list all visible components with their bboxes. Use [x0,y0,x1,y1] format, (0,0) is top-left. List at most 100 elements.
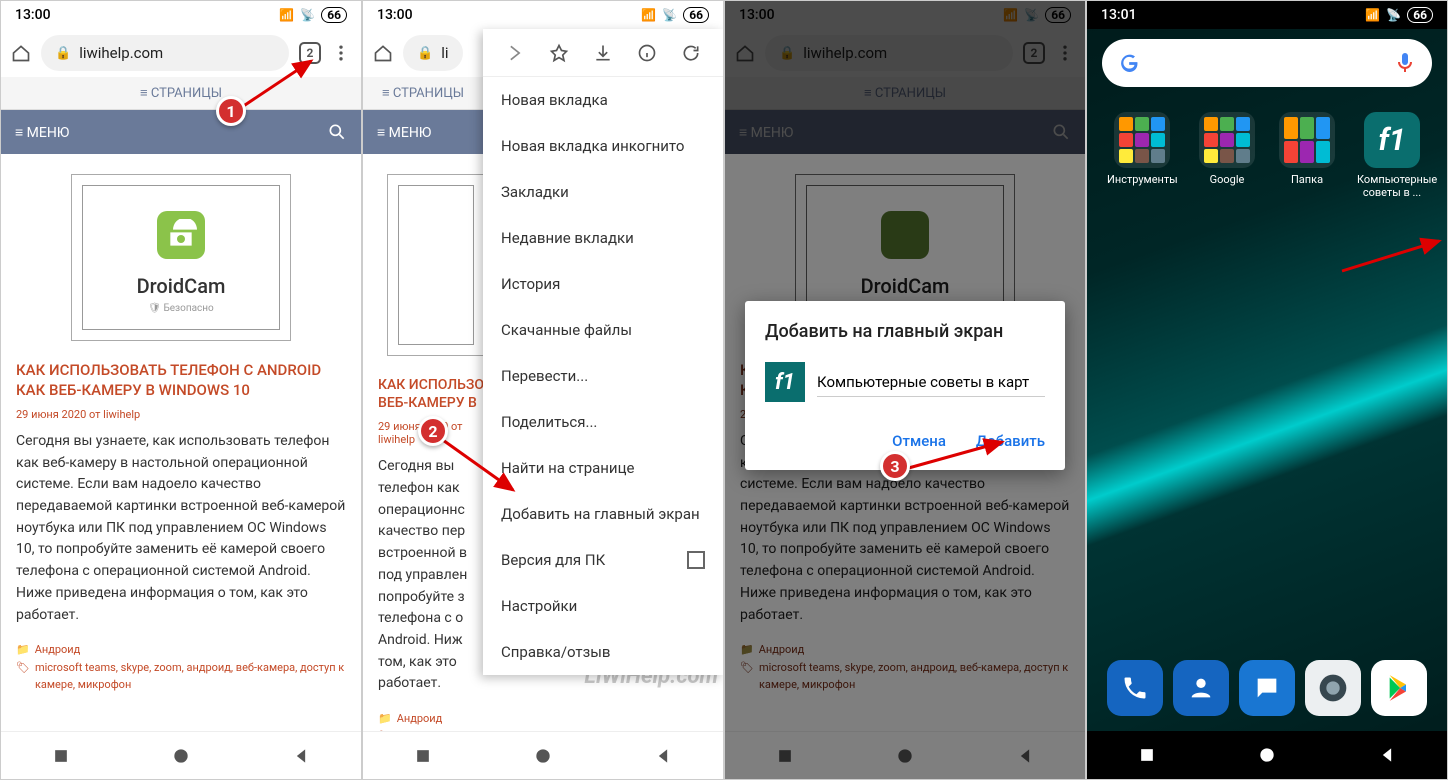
article-body: Сегодня вытелефон какоперационнскачество… [378,456,493,695]
status-bar: 13:00 📶 📡 66 [363,1,723,29]
battery-icon: 66 [321,7,347,23]
site-pages-link[interactable]: ≡ СТРАНИЦЫ [363,77,483,110]
info-icon[interactable] [637,43,657,63]
mic-icon[interactable] [1393,51,1417,75]
menu-history[interactable]: История [483,261,723,307]
battery-icon: 66 [1407,7,1433,23]
article-title[interactable]: КАК ИСПОЛЬЗОВАТЬ ТЕЛЕФОН С ANDROID КАК В… [16,361,346,400]
battery-icon: 66 [683,7,709,23]
download-icon[interactable] [593,43,613,63]
dialog-title: Добавить на главный экран [765,321,1045,342]
menu-help[interactable]: Справка/отзыв [483,629,723,675]
phone-app[interactable] [1107,660,1163,716]
address-bar[interactable]: 🔒 liwihelp.com [41,35,289,71]
menu-share[interactable]: Поделиться... [483,399,723,445]
home-screen[interactable]: 13:01 📶📡66 Инструменты Google Папка f1 К… [1087,1,1447,779]
signal-icon: 📶 [1365,8,1380,22]
callout-3: 3 [880,451,910,481]
article-card[interactable]: DroidCam 🛡 Безопасно [71,174,291,341]
nav-back[interactable] [653,746,673,766]
shortcut-site[interactable]: f1 Компьютерные советы в ... [1357,112,1427,199]
nav-bar [1,731,361,779]
home-icon[interactable] [373,43,393,63]
page-content: КАК ИСПОЛЬЗОВЕБ-КАМЕРУ В 29 июня 2020 от… [363,154,493,780]
folder-folder[interactable]: Папка [1277,112,1337,199]
tab-switcher[interactable]: 2 [299,42,321,64]
menu-recent-tabs[interactable]: Недавние вкладки [483,215,723,261]
chrome-menu: Новая вкладка Новая вкладка инкогнито За… [483,29,723,675]
article-card[interactable] [387,174,485,356]
checkbox-icon[interactable] [687,551,705,569]
wifi-icon: 📡 [1386,8,1401,22]
article-title[interactable]: КАК ИСПОЛЬЗОВЕБ-КАМЕРУ В [378,376,493,412]
status-icons: 📶 📡 66 [641,7,709,23]
page-content: DroidCam 🛡 Безопасно КАК ИСПОЛЬЗОВАТЬ ТЕ… [1,154,361,714]
menu-incognito[interactable]: Новая вкладка инкогнито [483,123,723,169]
nav-home[interactable] [533,746,553,766]
forward-icon[interactable] [505,43,525,63]
card-subtitle: 🛡 Безопасно [93,303,269,314]
signal-icon: 📶 [641,8,656,22]
lock-icon: 🔒 [417,46,433,61]
wifi-icon: 📡 [300,8,315,22]
nav-recent[interactable] [1137,745,1157,765]
callout-2: 2 [418,416,448,446]
google-search-widget[interactable] [1102,39,1432,87]
star-icon[interactable] [549,43,569,63]
home-icon[interactable] [11,43,31,63]
menu-settings[interactable]: Настройки [483,583,723,629]
menu-label[interactable]: ≡ МЕНЮ [15,124,69,141]
shortcut-name-input[interactable] [817,368,1045,397]
url-text: liwihelp.com [79,44,163,62]
nav-bar [363,731,723,779]
article-meta: 29 июня 2020 от liwihelp [16,408,346,421]
menu-bookmarks[interactable]: Закладки [483,169,723,215]
folder-tools[interactable]: Инструменты [1107,112,1177,199]
site-menu-bar: ≡ МЕНЮ [363,110,483,154]
lock-icon: 🔒 [55,46,71,61]
play-store-app[interactable] [1371,660,1427,716]
menu-label[interactable]: ≡ МЕНЮ [377,124,431,141]
menu-new-tab[interactable]: Новая вкладка [483,77,723,123]
status-bar: 13:00 📶 📡 66 [1,1,361,29]
folder-google[interactable]: Google [1197,112,1257,199]
nav-recent[interactable] [413,746,433,766]
contacts-app[interactable] [1173,660,1229,716]
card-title: DroidCam [93,274,269,298]
nav-home[interactable] [1257,745,1277,765]
menu-translate[interactable]: Перевести... [483,353,723,399]
dock [1087,645,1447,731]
reload-icon[interactable] [681,43,701,63]
menu-icon[interactable] [331,43,351,63]
nav-back[interactable] [1377,745,1397,765]
menu-desktop[interactable]: Версия для ПК [483,537,723,583]
url-text: li [441,44,448,62]
panel-3: 13:00 📶📡66 🔒liwihelp.com 2 ≡ СТРАНИЦЫ ≡ … [724,0,1086,780]
panel-1: 13:00 📶 📡 66 🔒 liwihelp.com 2 ≡ СТРАНИЦЫ… [0,0,362,780]
site-menu-bar: ≡ МЕНЮ [1,110,361,154]
nav-home[interactable] [171,746,191,766]
camera-app[interactable] [1305,660,1361,716]
menu-downloads[interactable]: Скачанные файлы [483,307,723,353]
panel-2: 13:00 📶 📡 66 🔒 li ≡ СТРАНИЦЫ ≡ МЕНЮ КАК … [362,0,724,780]
add-button[interactable]: Добавить [976,432,1045,450]
site-pages-link[interactable]: ≡ СТРАНИЦЫ [1,77,361,110]
signal-icon: 📶 [279,8,294,22]
menu-find[interactable]: Найти на странице [483,445,723,491]
cancel-button[interactable]: Отмена [892,432,946,450]
site-favicon: f1 [765,362,805,402]
article-tags: 📁 Андроид 🏷 microsoft teams, skype, zoom… [16,641,346,694]
menu-add-home[interactable]: Добавить на главный экран [483,491,723,537]
status-bar: 13:01 📶📡66 [1087,1,1447,29]
wifi-icon: 📡 [662,8,677,22]
status-time: 13:00 [377,7,413,23]
search-icon[interactable] [327,122,347,142]
messages-app[interactable] [1239,660,1295,716]
nav-recent[interactable] [51,746,71,766]
droidcam-icon [157,211,205,259]
status-time: 13:00 [15,7,51,23]
add-home-dialog: Добавить на главный экран f1 Отмена Доба… [745,301,1065,470]
nav-back[interactable] [291,746,311,766]
address-bar[interactable]: 🔒 li [403,35,463,71]
article-body: Сегодня вы узнаете, как использовать тел… [16,431,346,626]
